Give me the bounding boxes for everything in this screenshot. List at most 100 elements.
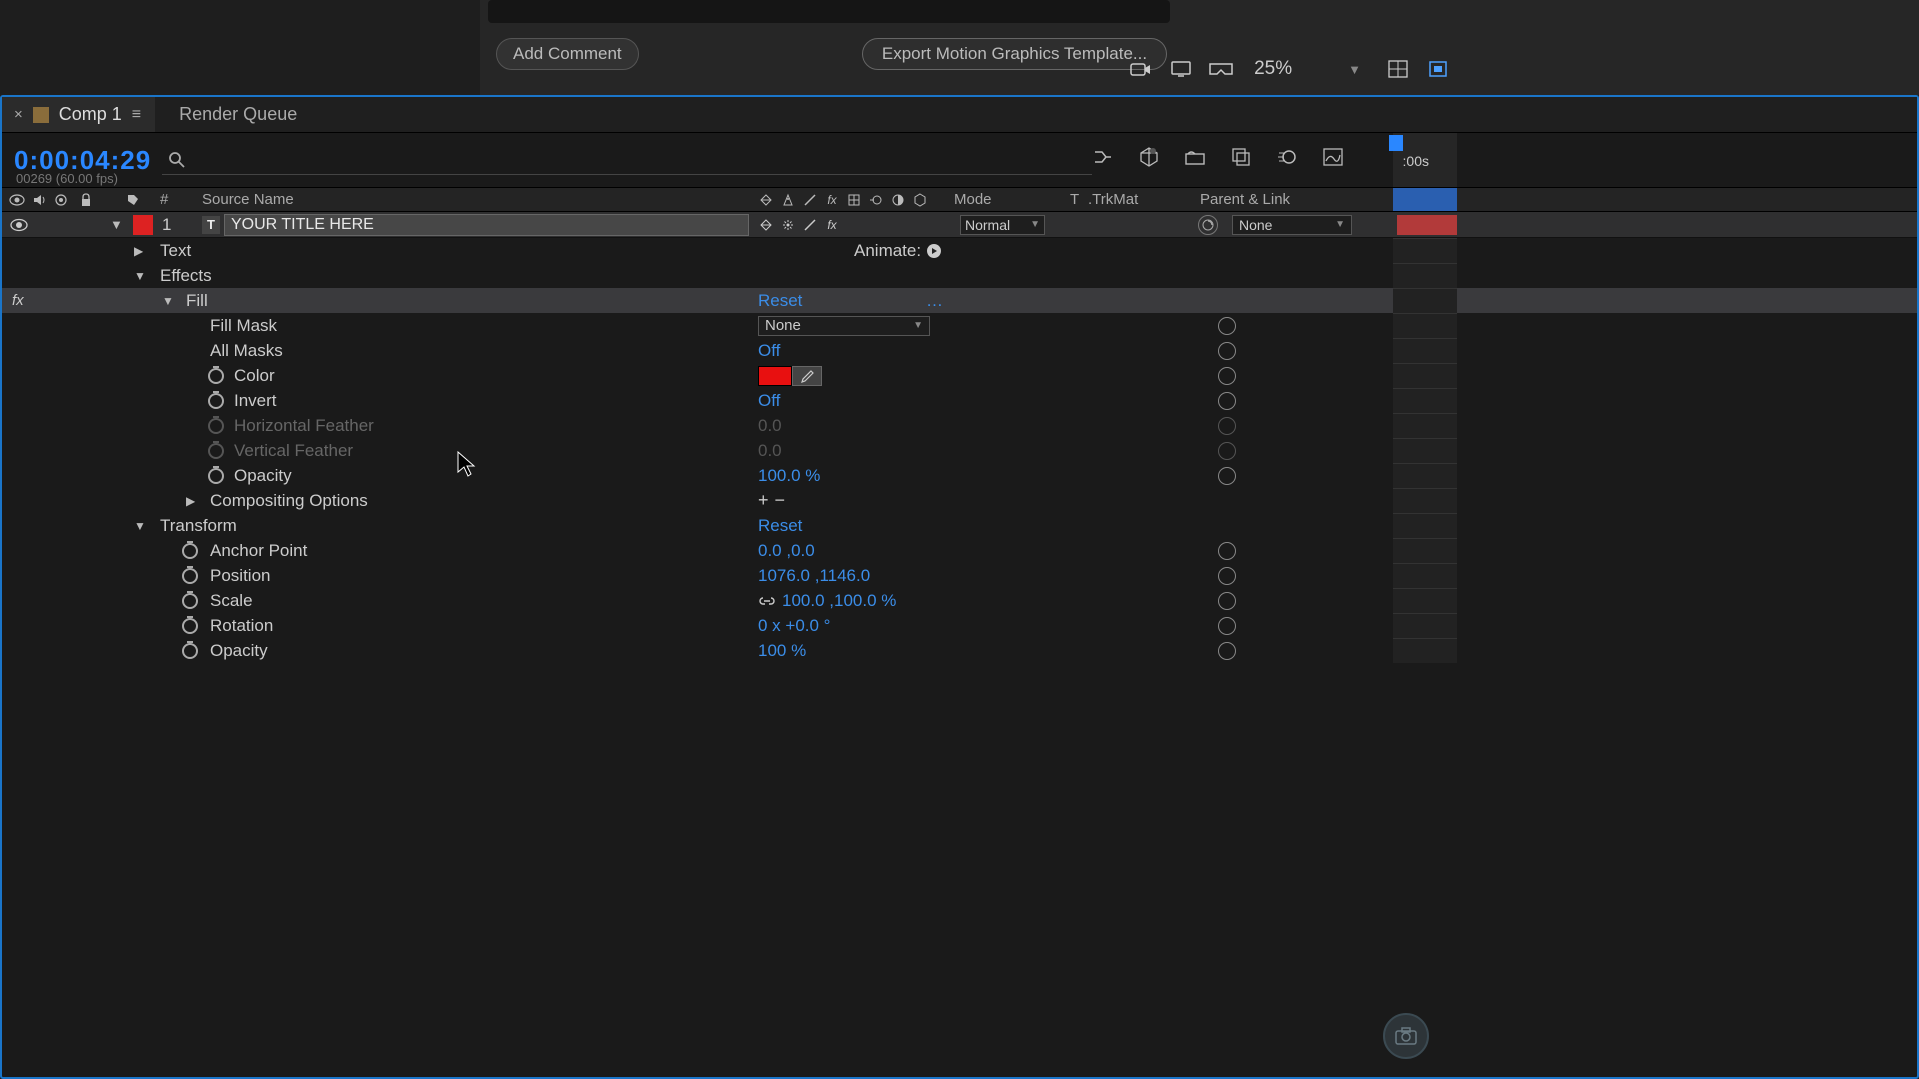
scale-value[interactable]: 100.0 ,100.0 %	[782, 591, 896, 611]
comment-input-well[interactable]	[488, 0, 1170, 23]
reset-effect-link[interactable]: Reset	[758, 291, 802, 311]
stopwatch-icon[interactable]	[182, 643, 198, 659]
index-column-header[interactable]: #	[160, 191, 168, 208]
layer-collapse-switch[interactable]	[779, 216, 797, 234]
property-pickwhip-icon[interactable]	[1218, 342, 1236, 360]
vr-goggles-icon[interactable]	[1208, 59, 1234, 79]
reset-transform-link[interactable]: Reset	[758, 516, 802, 536]
layer-row[interactable]: ▼ 1 T YOUR TITLE HERE fx Normal▼ None▼	[2, 212, 1917, 238]
layer-color-label[interactable]	[133, 215, 153, 235]
layer-name-field[interactable]: YOUR TITLE HERE	[224, 214, 749, 236]
layer-quality-switch[interactable]	[801, 216, 819, 234]
stopwatch-icon[interactable]	[208, 393, 224, 409]
fill-opacity-value[interactable]: 100.0 %	[758, 466, 820, 486]
layer-fx-switch[interactable]: fx	[823, 216, 841, 234]
all-masks-value[interactable]: Off	[758, 341, 780, 361]
monitor-icon[interactable]	[1168, 59, 1194, 79]
transform-opacity-value[interactable]: 100 %	[758, 641, 806, 661]
mode-column-header[interactable]: Mode	[954, 191, 992, 208]
snapshot-fab-icon[interactable]	[1383, 1013, 1429, 1059]
parent-dropdown[interactable]: None▼	[1232, 215, 1352, 235]
twirl-right-icon[interactable]: ▶	[186, 494, 195, 508]
twirl-down-icon[interactable]: ▼	[134, 519, 146, 533]
fill-effect-row[interactable]: fx ▼ Fill Reset …	[2, 288, 1917, 313]
preserve-transparency-header[interactable]: T	[1070, 191, 1079, 208]
graph-editor-icon[interactable]	[1321, 145, 1345, 169]
parent-pickwhip-icon[interactable]	[1198, 215, 1218, 235]
animate-menu-icon[interactable]	[926, 243, 942, 259]
property-pickwhip-icon[interactable]	[1218, 467, 1236, 485]
invert-value[interactable]: Off	[758, 391, 780, 411]
solo-column-icon[interactable]	[52, 191, 70, 209]
fx-enabled-icon[interactable]: fx	[12, 292, 24, 309]
video-column-icon[interactable]	[8, 191, 26, 209]
layer-search-input[interactable]	[162, 145, 1092, 175]
panel-menu-icon[interactable]: ≡	[132, 106, 143, 124]
motion-blur-icon[interactable]	[1275, 145, 1299, 169]
property-pickwhip-icon[interactable]	[1218, 392, 1236, 410]
mask-toggle-icon[interactable]	[1425, 59, 1451, 79]
effect-options-link[interactable]: …	[926, 291, 943, 311]
twirl-down-icon[interactable]: ▼	[162, 294, 174, 308]
source-name-column-header[interactable]: Source Name	[202, 191, 294, 208]
audio-column-icon[interactable]	[30, 191, 48, 209]
constrain-proportions-icon[interactable]	[758, 595, 776, 607]
parent-column-header[interactable]: Parent & Link	[1200, 191, 1290, 208]
quality-switch-icon[interactable]	[801, 191, 819, 209]
shy-icon[interactable]	[1183, 145, 1207, 169]
export-mogrt-button[interactable]: Export Motion Graphics Template...	[862, 38, 1167, 70]
playhead-icon[interactable]	[1389, 135, 1403, 151]
shy-switch-icon[interactable]	[757, 191, 775, 209]
zoom-dropdown-caret[interactable]: ▼	[1348, 62, 1361, 77]
trkmat-column-header[interactable]: .TrkMat	[1088, 191, 1138, 208]
comp-flowchart-icon[interactable]	[1091, 145, 1115, 169]
close-icon[interactable]: ×	[14, 106, 23, 123]
motion-blur-switch-icon[interactable]	[867, 191, 885, 209]
camera-icon[interactable]	[1128, 59, 1154, 79]
effects-group-row[interactable]: ▼ Effects	[2, 263, 1917, 288]
stopwatch-icon[interactable]	[182, 618, 198, 634]
property-pickwhip-icon[interactable]	[1218, 592, 1236, 610]
property-pickwhip-icon[interactable]	[1218, 317, 1236, 335]
eyedropper-icon[interactable]	[792, 366, 822, 386]
text-group-row[interactable]: ▶ Text Animate:	[2, 238, 1917, 263]
remove-mask-icon[interactable]: −	[775, 490, 786, 511]
tab-render-queue[interactable]: Render Queue	[155, 97, 321, 132]
add-comment-button[interactable]: Add Comment	[496, 38, 639, 70]
property-pickwhip-icon[interactable]	[1218, 567, 1236, 585]
fill-mask-dropdown[interactable]: None▼	[758, 315, 930, 336]
property-pickwhip-icon[interactable]	[1218, 617, 1236, 635]
stopwatch-icon[interactable]	[208, 368, 224, 384]
transform-group-row[interactable]: ▼ Transform Reset	[2, 513, 1917, 538]
add-mask-icon[interactable]: +	[758, 490, 769, 511]
grid-toggle-icon[interactable]	[1385, 59, 1411, 79]
layer-shy-switch[interactable]	[757, 216, 775, 234]
adjustment-switch-icon[interactable]	[889, 191, 907, 209]
zoom-percent[interactable]: 25%	[1254, 58, 1292, 80]
twirl-right-icon[interactable]: ▶	[134, 244, 143, 258]
stopwatch-icon[interactable]	[182, 543, 198, 559]
lock-column-icon[interactable]	[80, 193, 92, 207]
stopwatch-icon[interactable]	[182, 593, 198, 609]
stopwatch-icon[interactable]	[208, 468, 224, 484]
property-pickwhip-icon[interactable]	[1218, 367, 1236, 385]
color-swatch[interactable]	[758, 366, 792, 386]
twirl-down-icon[interactable]: ▼	[134, 269, 146, 283]
blend-mode-dropdown[interactable]: Normal▼	[960, 215, 1045, 235]
anchor-point-value[interactable]: 0.0 ,0.0	[758, 541, 815, 561]
rotation-value[interactable]: 0 x +0.0 °	[758, 616, 830, 636]
layer-twirl-down-icon[interactable]: ▼	[110, 217, 123, 232]
property-pickwhip-icon[interactable]	[1218, 642, 1236, 660]
draft3d-icon[interactable]	[1137, 145, 1161, 169]
property-pickwhip-icon[interactable]	[1218, 542, 1236, 560]
comp-options-row[interactable]: ▶ Compositing Options + −	[2, 488, 1917, 513]
position-value[interactable]: 1076.0 ,1146.0	[758, 566, 870, 586]
frame-blend-icon[interactable]	[1229, 145, 1253, 169]
collapse-switch-icon[interactable]	[779, 191, 797, 209]
video-toggle-icon[interactable]	[10, 218, 28, 232]
frame-blend-switch-icon[interactable]	[845, 191, 863, 209]
stopwatch-icon[interactable]	[182, 568, 198, 584]
fx-switch-icon[interactable]: fx	[823, 191, 841, 209]
label-column-icon[interactable]	[126, 193, 140, 207]
layer-duration-bar[interactable]	[1397, 215, 1457, 235]
